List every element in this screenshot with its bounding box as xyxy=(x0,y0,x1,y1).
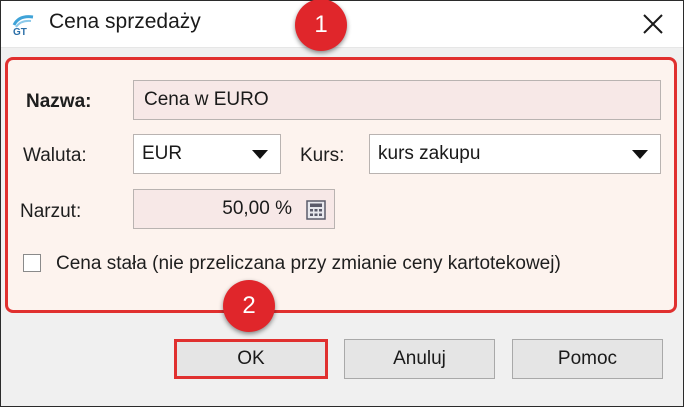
dropdown-arrow-icon xyxy=(632,150,648,159)
rate-label: Kurs: xyxy=(300,145,345,166)
annotation-marker-2: 2 xyxy=(223,280,275,332)
markup-label: Narzut: xyxy=(20,201,82,222)
window-title: Cena sprzedaży xyxy=(49,10,201,33)
currency-select[interactable]: EUR xyxy=(133,134,281,174)
dropdown-arrow-icon xyxy=(252,150,268,159)
close-icon[interactable] xyxy=(641,12,665,36)
name-field[interactable]: Cena w EURO xyxy=(133,80,661,120)
dialog-window: GT Cena sprzedaży 1 Nazwa: Cena w EURO W… xyxy=(0,0,684,407)
help-button[interactable]: Pomoc xyxy=(512,339,663,379)
rate-select-value: kurs zakupu xyxy=(378,143,481,164)
price-settings-panel: Nazwa: Cena w EURO Waluta: EUR Kurs: kur… xyxy=(5,57,677,313)
fixed-price-checkbox[interactable] xyxy=(23,254,41,272)
app-logo-icon: GT xyxy=(12,15,34,37)
svg-text:GT: GT xyxy=(13,27,27,37)
name-label: Nazwa: xyxy=(26,91,92,112)
rate-select[interactable]: kurs zakupu xyxy=(369,134,661,174)
currency-select-value: EUR xyxy=(142,143,183,164)
ok-button[interactable]: OK xyxy=(174,339,328,379)
annotation-marker-1: 1 xyxy=(295,0,347,51)
fixed-price-label: Cena stała (nie przeliczana przy zmianie… xyxy=(56,253,561,274)
calculator-icon[interactable] xyxy=(306,200,326,220)
currency-label: Waluta: xyxy=(23,145,87,166)
markup-value: 50,00 % xyxy=(222,198,292,219)
markup-field[interactable]: 50,00 % xyxy=(133,189,335,229)
cancel-button[interactable]: Anuluj xyxy=(344,339,495,379)
